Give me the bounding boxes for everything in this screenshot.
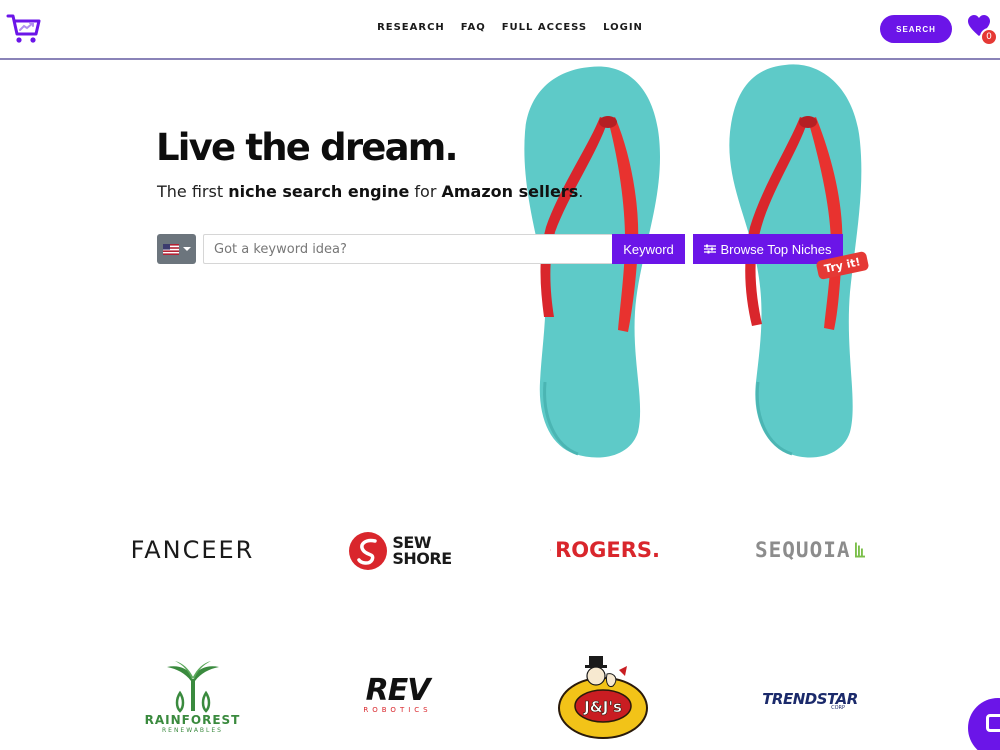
nav-research[interactable]: RESEARCH [377, 22, 445, 33]
nav-faq[interactable]: FAQ [461, 22, 486, 33]
brand-logo-jjs-toyscape: J&J's [553, 650, 653, 745]
brand-logo-sequoia: SEQUOIA [755, 532, 865, 568]
brand-logo-rev-robotics: REV ROBOTICS [340, 670, 455, 720]
rogers-emblem-icon [550, 549, 551, 551]
brand-logo-sew-shore: SEW SHORE [345, 528, 455, 574]
jjs-emblem-icon: J&J's [558, 656, 648, 739]
us-flag-icon [162, 243, 179, 255]
rev-subtitle: ROBOTICS [363, 706, 432, 714]
rainforest-wordmark: RAINFOREST [144, 713, 241, 727]
favorites-count-badge: 0 [980, 28, 998, 46]
browse-label: Browse Top Niches [720, 241, 832, 257]
main-nav: RESEARCH FAQ FULL ACCESS LOGIN [0, 22, 1000, 33]
sew-shore-wordmark: SEW SHORE [392, 535, 452, 568]
search-button[interactable]: SEARCH [880, 15, 952, 43]
brand-logo-fanceer: FANCEER [130, 536, 255, 564]
brand-logo-rainforest-renewables: RAINFOREST RENEWABLES [140, 655, 245, 740]
subtitle-text: The first [157, 182, 229, 201]
sew-shore-line2: SHORE [392, 549, 452, 568]
hero-subtitle: The first niche search engine for Amazon… [157, 182, 583, 201]
site-header: RESEARCH FAQ FULL ACCESS LOGIN SEARCH 0 [0, 0, 1000, 60]
chat-icon [986, 714, 1000, 732]
chevron-down-icon [182, 247, 191, 251]
page-title: Live the dream. [156, 126, 459, 169]
subtitle-bold-niche: niche search engine [228, 182, 410, 201]
palm-tree-icon [166, 661, 219, 713]
trendstar-subtitle: CORP [831, 704, 845, 711]
brand-logo-trendstar: TRENDSTAR CORP [755, 680, 865, 720]
sew-shore-emblem-icon [349, 532, 388, 570]
sliders-icon [704, 244, 717, 254]
rogers-wordmark: ROGERS. [555, 538, 660, 562]
jjs-wordmark: J&J's [583, 698, 622, 716]
nav-login[interactable]: LOGIN [603, 22, 643, 33]
keyword-search-input[interactable] [203, 234, 613, 264]
sequoia-mark-icon [854, 542, 865, 558]
country-selector[interactable] [157, 234, 196, 264]
brand-logo-rogers: ROGERS. [550, 532, 660, 568]
nav-full-access[interactable]: FULL ACCESS [502, 22, 587, 33]
chat-widget-button[interactable] [968, 698, 1000, 750]
subtitle-bold-amazon: Amazon sellers [441, 182, 579, 201]
keyword-button[interactable]: Keyword [612, 234, 685, 264]
subtitle-text: . [578, 182, 584, 201]
rev-wordmark: REV [365, 673, 431, 708]
subtitle-text: for [409, 182, 442, 201]
rainforest-subtitle: RENEWABLES [161, 727, 223, 734]
sequoia-wordmark: SEQUOIA [755, 538, 851, 562]
